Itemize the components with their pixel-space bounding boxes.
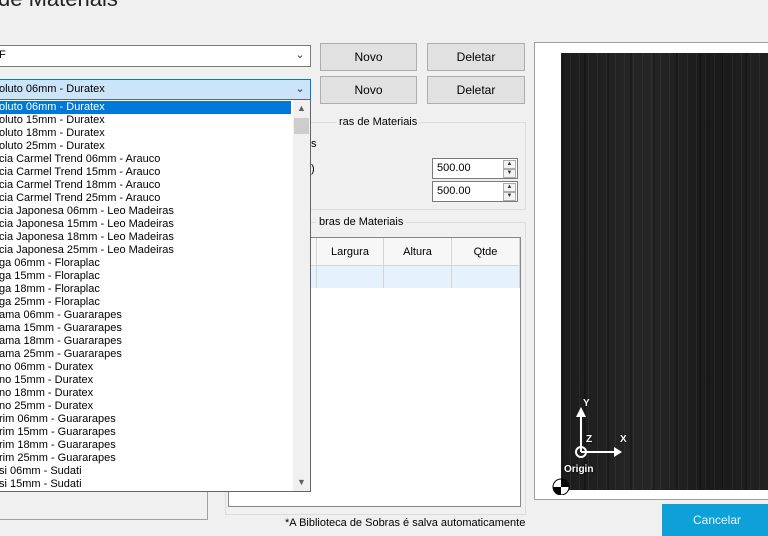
dimensions-label-2: ) bbox=[311, 163, 315, 175]
table-cell[interactable] bbox=[384, 266, 452, 288]
dropdown-option[interactable]: cia Carmel Trend 18mm - Arauco bbox=[0, 179, 291, 192]
library-combo[interactable]: F ⌄ bbox=[0, 45, 311, 67]
dropdown-scrollbar[interactable]: ▲ ▼ bbox=[293, 100, 310, 491]
dropdown-option[interactable]: ga 25mm - Floraplac bbox=[0, 296, 291, 309]
dropdown-option[interactable]: no 15mm - Duratex bbox=[0, 374, 291, 387]
dropdown-option[interactable]: no 18mm - Duratex bbox=[0, 387, 291, 400]
dropdown-option[interactable]: cia Carmel Trend 25mm - Arauco bbox=[0, 192, 291, 205]
caret-down-icon[interactable]: ▼ bbox=[503, 192, 516, 201]
chevron-down-icon[interactable]: ⌄ bbox=[293, 82, 307, 98]
dropdown-option[interactable]: no 25mm - Duratex bbox=[0, 400, 291, 413]
scroll-up-icon[interactable]: ▲ bbox=[293, 100, 310, 117]
dimensions-group-label: ras de Materiais bbox=[336, 116, 421, 128]
new-library-button[interactable]: Novo bbox=[320, 43, 417, 71]
footer-note: *A Biblioteca de Sobras é salva automati… bbox=[285, 517, 526, 529]
width-spinner[interactable]: 500.00 ▲ ▼ bbox=[432, 158, 518, 179]
dropdown-option[interactable]: ama 18mm - Guararapes bbox=[0, 335, 291, 348]
width-value: 500.00 bbox=[437, 162, 471, 174]
caret-up-icon[interactable]: ▲ bbox=[503, 183, 516, 192]
table-cell[interactable] bbox=[452, 266, 520, 288]
caret-down-icon[interactable]: ▼ bbox=[503, 169, 516, 178]
dropdown-option[interactable]: rim 06mm - Guararapes bbox=[0, 413, 291, 426]
scroll-down-icon[interactable]: ▼ bbox=[293, 474, 310, 491]
axis-gizmo bbox=[552, 407, 622, 495]
dropdown-option[interactable]: oluto 06mm - Duratex bbox=[0, 101, 291, 114]
dropdown-option[interactable]: cia Japonesa 15mm - Leo Madeiras bbox=[0, 218, 291, 231]
table-header-altura[interactable]: Altura bbox=[384, 238, 452, 266]
new-material-button[interactable]: Novo bbox=[320, 76, 417, 104]
height-value: 500.00 bbox=[437, 185, 471, 197]
dropdown-option[interactable]: ga 18mm - Floraplac bbox=[0, 283, 291, 296]
dropdown-option[interactable]: cia Japonesa 18mm - Leo Madeiras bbox=[0, 231, 291, 244]
dropdown-option[interactable]: rim 18mm - Guararapes bbox=[0, 439, 291, 452]
dropdown-option[interactable]: cia Carmel Trend 15mm - Arauco bbox=[0, 166, 291, 179]
chevron-down-icon[interactable]: ⌄ bbox=[293, 48, 307, 64]
dropdown-option[interactable]: cia Japonesa 06mm - Leo Madeiras bbox=[0, 205, 291, 218]
material-dropdown-list[interactable]: oluto 06mm - Duratex oluto 15mm - Duratex… bbox=[0, 99, 311, 492]
caret-up-icon[interactable]: ▲ bbox=[503, 160, 516, 169]
dropdown-option[interactable]: oluto 25mm - Duratex bbox=[0, 140, 291, 153]
delete-material-button[interactable]: Deletar bbox=[427, 76, 525, 104]
dropdown-option[interactable]: si 06mm - Sudati bbox=[0, 465, 291, 478]
table-header-qtde[interactable]: Qtde bbox=[452, 238, 520, 266]
table-cell[interactable] bbox=[317, 266, 384, 288]
dropdown-option[interactable]: ama 15mm - Guararapes bbox=[0, 322, 291, 335]
table-header-largura[interactable]: Largura bbox=[317, 238, 384, 266]
height-spinner[interactable]: 500.00 ▲ ▼ bbox=[432, 181, 518, 202]
x-axis-label: X bbox=[620, 434, 627, 445]
y-axis-label: Y bbox=[583, 398, 590, 409]
dropdown-option[interactable]: ga 15mm - Floraplac bbox=[0, 270, 291, 283]
x-axis-arrow bbox=[614, 447, 622, 457]
dropdown-option[interactable]: si 15mm - Sudati bbox=[0, 478, 291, 491]
leftovers-group-label: bras de Materiais bbox=[316, 216, 407, 228]
dropdown-option[interactable]: rim 25mm - Guararapes bbox=[0, 452, 291, 465]
dropdown-option[interactable]: ama 25mm - Guararapes bbox=[0, 348, 291, 361]
z-axis-label: Z bbox=[586, 434, 593, 445]
dropdown-option[interactable]: no 06mm - Duratex bbox=[0, 361, 291, 374]
dropdown-option[interactable]: oluto 15mm - Duratex bbox=[0, 114, 291, 127]
window-title: de Materiais bbox=[0, 0, 118, 12]
cancel-button[interactable]: Cancelar bbox=[662, 504, 768, 536]
dropdown-option[interactable]: cia Carmel Trend 06mm - Arauco bbox=[0, 153, 291, 166]
dropdown-option[interactable]: cia Japonesa 25mm - Leo Madeiras bbox=[0, 244, 291, 257]
dimensions-label-1: s bbox=[311, 138, 317, 150]
scrollbar-thumb[interactable] bbox=[294, 118, 309, 134]
material-combo-value: oluto 06mm - Duratex bbox=[0, 83, 105, 95]
library-combo-value: F bbox=[0, 49, 6, 61]
dropdown-option[interactable]: ama 06mm - Guararapes bbox=[0, 309, 291, 322]
delete-library-button[interactable]: Deletar bbox=[427, 43, 525, 71]
left-panel-fragment bbox=[0, 490, 208, 520]
dropdown-option[interactable]: oluto 18mm - Duratex bbox=[0, 127, 291, 140]
material-combo[interactable]: oluto 06mm - Duratex ⌄ bbox=[0, 79, 311, 101]
dropdown-option[interactable]: rim 15mm - Guararapes bbox=[0, 426, 291, 439]
dropdown-option[interactable]: ga 06mm - Floraplac bbox=[0, 257, 291, 270]
origin-label: Origin bbox=[564, 464, 594, 475]
